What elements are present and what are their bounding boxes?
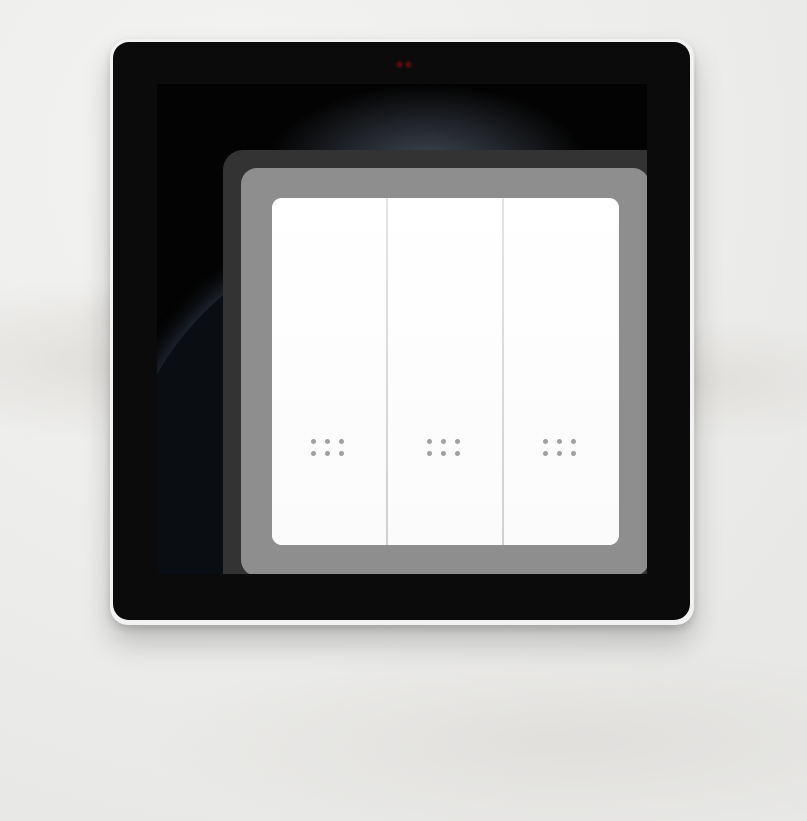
icon-dot xyxy=(339,451,344,456)
six-dot-grid-icon xyxy=(427,435,463,457)
icon-dot xyxy=(543,451,548,456)
space-backdrop xyxy=(157,84,647,574)
icon-dot xyxy=(571,451,576,456)
status-indicator-light xyxy=(395,60,413,70)
icon-dot xyxy=(311,451,316,456)
icon-dot xyxy=(311,439,316,444)
six-dot-grid-icon xyxy=(543,435,579,457)
icon-dot xyxy=(427,439,432,444)
icon-dot xyxy=(557,451,562,456)
icon-dot xyxy=(557,439,562,444)
icon-dot xyxy=(455,439,460,444)
icon-dot xyxy=(543,439,548,444)
icon-dot xyxy=(325,451,330,456)
icon-dot xyxy=(339,439,344,444)
icon-dot xyxy=(571,439,576,444)
icon-dot xyxy=(427,451,432,456)
six-dot-grid-icon xyxy=(311,435,347,457)
rocker-switch-right[interactable] xyxy=(504,198,619,545)
icon-dot xyxy=(325,439,330,444)
icon-dot xyxy=(455,451,460,456)
icon-dot xyxy=(441,439,446,444)
icon-dot xyxy=(441,451,446,456)
indicator-dot xyxy=(406,62,411,67)
indicator-dot xyxy=(397,62,402,67)
smart-switch-panel xyxy=(113,42,690,620)
rocker-switch-middle[interactable] xyxy=(388,198,502,545)
switch-plate xyxy=(272,198,619,545)
rocker-switch-left[interactable] xyxy=(272,198,386,545)
